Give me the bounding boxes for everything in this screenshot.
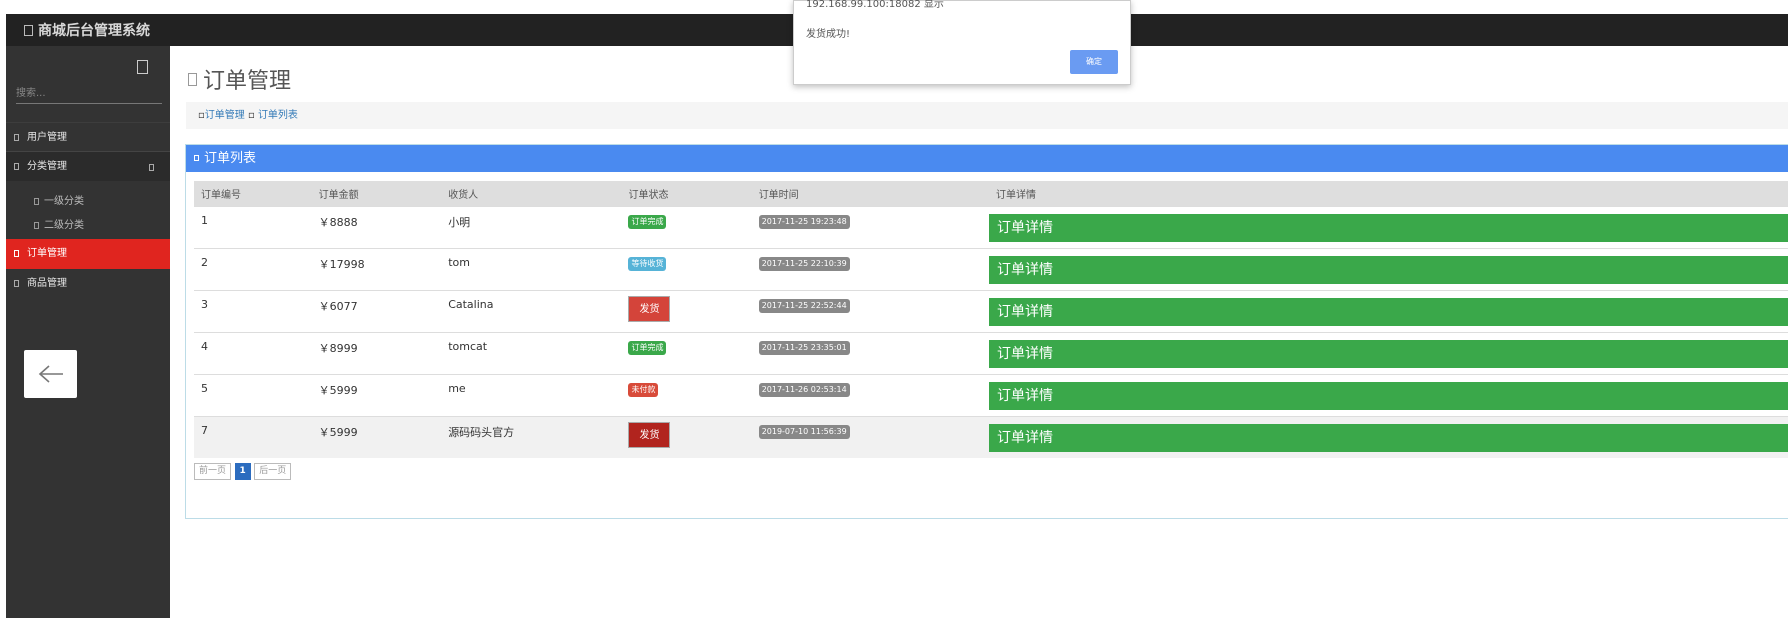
sidebar-item-categories[interactable]: 分类管理 — [6, 151, 170, 181]
sidebar-item-label: 用户管理 — [27, 132, 67, 143]
breadcrumb-current: 订单列表 — [257, 110, 298, 121]
order-detail-button[interactable]: 订单详情 — [989, 213, 1788, 242]
order-receiver: Catalina — [441, 289, 622, 332]
list-icon — [14, 163, 19, 170]
sidebar-search-input[interactable] — [16, 84, 162, 104]
order-receiver: tom — [441, 247, 622, 290]
chevron-icon — [149, 164, 154, 171]
order-id: 3 — [194, 289, 312, 332]
main-content: 订单管理 ▫订单管理 ▫ 订单列表 订单列表 订单编号 订单金额 收货人 订单状… — [170, 46, 1788, 618]
sidebar-item-orders[interactable]: 订单管理 — [6, 239, 170, 269]
panel-title: 订单列表 — [204, 151, 257, 166]
panel-icon — [194, 155, 199, 161]
prev-page-button[interactable]: 前一页 — [194, 463, 232, 480]
arrow-left-icon — [38, 365, 63, 383]
ship-button[interactable]: 发货 — [628, 295, 671, 322]
order-amount: ￥8888 — [311, 205, 442, 248]
sidebar: 用户管理 分类管理 一级分类 二级分类 订单管理 商品管理 — [6, 46, 170, 618]
table-header-row: 订单编号 订单金额 收货人 订单状态 订单时间 订单详情 — [194, 181, 1788, 206]
dialog-origin: 192.168.99.100:18082 显示 — [806, 0, 944, 10]
ship-button[interactable]: 发货 — [628, 421, 671, 448]
page-number-current[interactable]: 1 — [234, 463, 251, 480]
order-receiver: 小明 — [441, 205, 622, 248]
column-header: 订单时间 — [751, 181, 989, 206]
order-receiver: me — [441, 373, 622, 416]
order-time: 2017-11-25 22:10:39 — [758, 256, 850, 271]
sidebar-item-products[interactable]: 商品管理 — [6, 269, 170, 299]
home-icon — [24, 25, 33, 36]
sidebar-item-users[interactable]: 用户管理 — [6, 122, 170, 152]
breadcrumb-root[interactable]: 订单管理 — [205, 110, 245, 121]
order-detail-button[interactable]: 订单详情 — [989, 255, 1788, 284]
item-icon — [34, 222, 39, 229]
next-page-button[interactable]: 后一页 — [254, 463, 292, 480]
pagination: 前一页 1 后一页 — [194, 463, 292, 480]
table-row: 7 ￥5999 源码码头官方 发货 2019-07-10 11:56:39 订单… — [194, 415, 1788, 458]
column-header: 订单金额 — [311, 181, 442, 206]
column-header: 订单编号 — [194, 181, 312, 206]
dialog-ok-button[interactable]: 确定 — [1070, 50, 1118, 74]
order-time: 2017-11-25 23:35:01 — [758, 340, 850, 355]
app-title: 商城后台管理系统 — [38, 22, 150, 38]
dialog-message: 发货成功! — [806, 29, 851, 40]
status-badge: 订单完成 — [628, 340, 667, 355]
order-time: 2017-11-26 02:53:14 — [758, 382, 850, 397]
order-detail-button[interactable]: 订单详情 — [989, 381, 1788, 410]
column-header: 收货人 — [441, 181, 622, 206]
order-id: 5 — [194, 373, 312, 416]
page-title-text: 订单管理 — [203, 69, 292, 94]
status-badge: 等待收货 — [628, 256, 667, 271]
table-row: 5 ￥5999 me 未付款 2017-11-26 02:53:14 订单详情 — [194, 373, 1788, 416]
order-icon — [14, 250, 19, 257]
order-amount: ￥6077 — [311, 289, 442, 332]
order-receiver: 源码码头官方 — [441, 415, 622, 458]
alert-dialog: 192.168.99.100:18082 显示 发货成功! 确定 — [793, 0, 1131, 85]
sidebar-item-label: 订单管理 — [27, 248, 67, 259]
status-badge: 未付款 — [628, 382, 659, 397]
order-time: 2019-07-10 11:56:39 — [758, 424, 850, 439]
table-row: 1 ￥8888 小明 订单完成 2017-11-25 19:23:48 订单详情 — [194, 205, 1788, 248]
sidebar-subitem-label: 一级分类 — [44, 196, 84, 207]
order-table: 订单编号 订单金额 收货人 订单状态 订单时间 订单详情 1 ￥8888 小明 … — [194, 181, 1788, 458]
user-icon — [14, 134, 19, 141]
item-icon — [34, 198, 39, 205]
breadcrumb: ▫订单管理 ▫ 订单列表 — [186, 102, 1788, 129]
order-time: 2017-11-25 22:52:44 — [758, 298, 850, 313]
order-receiver: tomcat — [441, 331, 622, 374]
order-detail-button[interactable]: 订单详情 — [989, 423, 1788, 452]
sidebar-item-label: 商品管理 — [27, 278, 67, 289]
table-row: 3 ￥6077 Catalina 发货 2017-11-25 22:52:44 … — [194, 289, 1788, 332]
order-time: 2017-11-25 19:23:48 — [758, 214, 850, 229]
order-id: 1 — [194, 205, 312, 248]
order-detail-button[interactable]: 订单详情 — [989, 297, 1788, 326]
back-button[interactable] — [24, 350, 77, 398]
sidebar-toggle-icon[interactable] — [137, 60, 148, 74]
order-id: 7 — [194, 415, 312, 458]
table-row: 2 ￥17998 tom 等待收货 2017-11-25 22:10:39 订单… — [194, 247, 1788, 290]
order-detail-button[interactable]: 订单详情 — [989, 339, 1788, 368]
sidebar-subitem-level1[interactable]: 一级分类 — [34, 192, 84, 207]
breadcrumb-icon: ▫ — [198, 110, 205, 121]
order-amount: ￥5999 — [311, 415, 442, 458]
product-icon — [14, 280, 19, 287]
panel-header: 订单列表 — [186, 145, 1788, 172]
breadcrumb-separator-icon: ▫ — [247, 110, 258, 121]
order-list-panel: 订单列表 订单编号 订单金额 收货人 订单状态 订单时间 订单详情 1 ￥888… — [185, 144, 1788, 519]
sidebar-subitem-level2[interactable]: 二级分类 — [34, 216, 84, 231]
order-amount: ￥8999 — [311, 331, 442, 374]
status-badge: 订单完成 — [628, 214, 667, 229]
order-amount: ￥17998 — [311, 247, 442, 290]
sidebar-item-label: 分类管理 — [27, 161, 67, 172]
sidebar-subitem-label: 二级分类 — [44, 220, 84, 231]
order-amount: ￥5999 — [311, 373, 442, 416]
table-row: 4 ￥8999 tomcat 订单完成 2017-11-25 23:35:01 … — [194, 331, 1788, 374]
page-title: 订单管理 — [188, 63, 291, 95]
column-header: 订单详情 — [989, 181, 1788, 206]
column-header: 订单状态 — [621, 181, 752, 206]
brand[interactable]: 商城后台管理系统 — [24, 20, 150, 40]
order-id: 2 — [194, 247, 312, 290]
page-title-icon — [188, 73, 197, 86]
order-id: 4 — [194, 331, 312, 374]
